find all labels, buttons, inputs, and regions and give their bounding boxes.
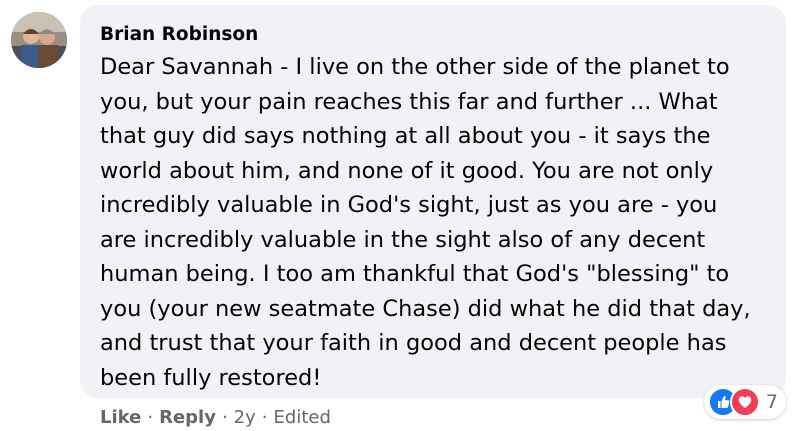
edited-label[interactable]: Edited [274,407,331,428]
separator: · [221,406,228,428]
comment-text: Dear Savannah - I live on the other side… [100,54,751,391]
reactions-summary[interactable]: 7 [703,385,786,419]
comment-author[interactable]: Brian Robinson [100,23,764,47]
comment-container: Brian Robinson Dear Savannah - I live on… [0,0,800,431]
like-button[interactable]: Like [100,407,141,428]
comment-actions: Like · Reply · 2y · Edited [100,403,331,431]
separator: · [261,406,268,428]
avatar-photo-icon [11,12,67,68]
timestamp[interactable]: 2y [234,407,256,428]
reaction-count: 7 [765,391,778,413]
comment-bubble: Brian Robinson Dear Savannah - I live on… [80,5,786,398]
love-icon [729,387,760,417]
separator: · [147,406,154,428]
reply-button[interactable]: Reply [159,407,216,428]
avatar[interactable] [11,12,67,68]
